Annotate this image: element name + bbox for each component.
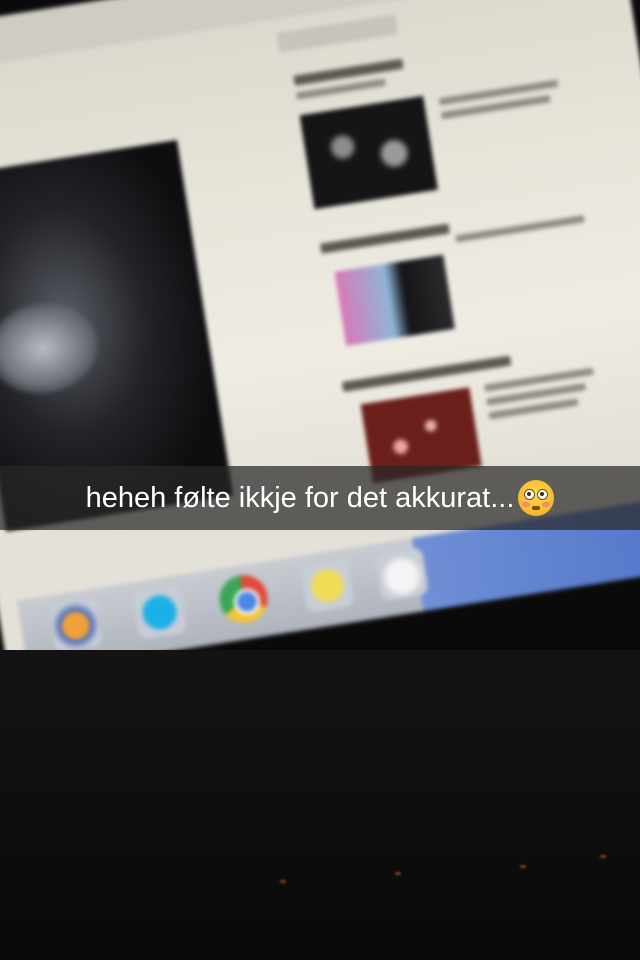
snap-caption: heheh følte ikkje for det akkurat... [86, 482, 515, 515]
sidebar-tab [276, 14, 399, 53]
key-light [395, 872, 401, 875]
firefox-icon [48, 598, 104, 654]
laptop-bezel-keyboard [0, 650, 640, 960]
key-light [600, 855, 606, 858]
emoji-cheek [542, 502, 551, 507]
sidebar-thumbnail-2 [334, 254, 455, 346]
monitor-scene [0, 0, 640, 762]
key-light [280, 880, 286, 883]
snap-caption-bar[interactable]: heheh følte ikkje for det akkurat... [0, 466, 640, 530]
sidebar-text [455, 215, 585, 243]
chrome-icon [216, 571, 272, 627]
flushed-face-icon [518, 480, 555, 516]
emoji-eye [537, 489, 549, 500]
sidebar-heading [319, 223, 450, 254]
sidebar-thumbnail-1 [299, 95, 438, 210]
blurred-face [0, 295, 105, 402]
emoji-cheek [522, 502, 531, 507]
skype-icon [132, 584, 188, 640]
sidebar-heading [293, 58, 404, 86]
caption-text: heheh følte ikkje for det akkurat... [85, 481, 515, 514]
cloud-icon [374, 546, 430, 602]
notes-icon [300, 558, 356, 614]
key-light [520, 865, 526, 868]
emoji-eye [524, 489, 536, 500]
emoji-mouth [532, 506, 541, 510]
